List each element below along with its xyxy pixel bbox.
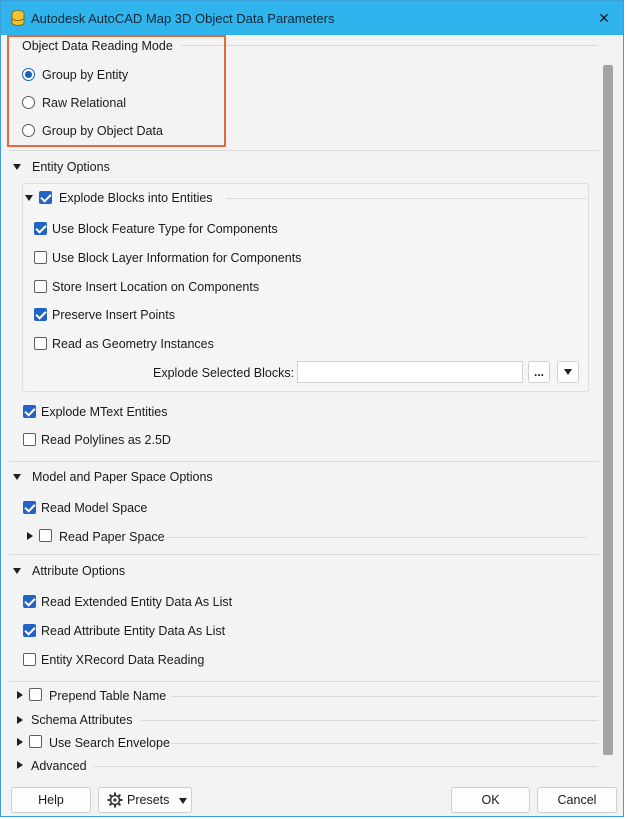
explode-selected-blocks-label: Explode Selected Blocks: xyxy=(153,366,295,380)
window-title: Autodesk AutoCAD Map 3D Object Data Para… xyxy=(31,11,335,26)
block-feature-type-label: Use Block Feature Type for Components xyxy=(52,222,278,236)
divider xyxy=(181,45,598,46)
collapse-arrow-icon[interactable] xyxy=(13,568,21,574)
explode-mtext-checkbox[interactable] xyxy=(23,405,36,418)
collapse-arrow-icon[interactable] xyxy=(13,474,21,480)
extended-entity-data-label: Read Extended Entity Data As List xyxy=(41,595,233,609)
collapse-arrow-icon[interactable] xyxy=(25,195,33,201)
divider xyxy=(171,696,598,697)
model-paper-title: Model and Paper Space Options xyxy=(32,470,213,484)
preserve-insert-points-label: Preserve Insert Points xyxy=(52,308,175,322)
dialog-window: Autodesk AutoCAD Map 3D Object Data Para… xyxy=(0,0,624,817)
divider xyxy=(9,681,599,682)
explode-mtext-label: Explode MText Entities xyxy=(41,405,168,419)
presets-label: Presets xyxy=(127,793,170,807)
divider xyxy=(9,150,599,151)
use-search-envelope-label: Use Search Envelope xyxy=(49,736,170,750)
divider xyxy=(93,766,598,767)
divider xyxy=(171,743,598,744)
expand-arrow-icon[interactable] xyxy=(17,691,23,699)
attribute-entity-data-label: Read Attribute Entity Data As List xyxy=(41,624,226,638)
expand-arrow-icon[interactable] xyxy=(17,716,23,724)
collapse-arrow-icon[interactable] xyxy=(13,164,21,170)
database-icon xyxy=(11,10,25,26)
block-layer-info-label: Use Block Layer Information for Componen… xyxy=(52,251,302,265)
expand-arrow-icon[interactable] xyxy=(17,761,23,769)
extended-entity-data-checkbox[interactable] xyxy=(23,595,36,608)
use-search-envelope-checkbox[interactable] xyxy=(29,735,42,748)
divider xyxy=(9,554,599,555)
schema-attributes-label: Schema Attributes xyxy=(31,713,133,727)
attribute-entity-data-checkbox[interactable] xyxy=(23,624,36,637)
divider xyxy=(9,461,599,462)
divider xyxy=(141,720,598,721)
explode-blocks-checkbox[interactable] xyxy=(39,191,52,204)
read-paper-space-checkbox[interactable] xyxy=(39,529,52,542)
prepend-table-name-checkbox[interactable] xyxy=(29,688,42,701)
expand-arrow-icon[interactable] xyxy=(17,738,23,746)
gear-icon xyxy=(107,792,123,808)
expand-arrow-icon[interactable] xyxy=(27,532,33,540)
chevron-down-icon xyxy=(179,798,187,804)
browse-button[interactable]: ... xyxy=(528,361,550,383)
help-button[interactable]: Help xyxy=(11,787,91,813)
dialog-content: Object Data Reading Mode Group by Entity… xyxy=(1,35,623,779)
read-paper-space-label: Read Paper Space xyxy=(59,530,165,544)
dropdown-button[interactable] xyxy=(557,361,579,383)
block-layer-info-checkbox[interactable] xyxy=(34,251,47,264)
title-bar[interactable]: Autodesk AutoCAD Map 3D Object Data Para… xyxy=(1,1,623,35)
read-model-space-checkbox[interactable] xyxy=(23,501,36,514)
block-feature-type-checkbox[interactable] xyxy=(34,222,47,235)
ok-button[interactable]: OK xyxy=(451,787,530,813)
attribute-options-title: Attribute Options xyxy=(32,564,126,578)
xrecord-data-label: Entity XRecord Data Reading xyxy=(41,653,205,667)
close-icon[interactable]: ✕ xyxy=(593,7,615,29)
store-insert-location-checkbox[interactable] xyxy=(34,280,47,293)
read-model-space-label: Read Model Space xyxy=(41,501,148,515)
geometry-instances-label: Read as Geometry Instances xyxy=(52,337,214,351)
chevron-down-icon xyxy=(564,369,572,375)
explode-selected-blocks-input[interactable] xyxy=(297,361,523,383)
advanced-label: Advanced xyxy=(31,759,87,773)
explode-blocks-label: Explode Blocks into Entities xyxy=(59,191,213,205)
preserve-insert-points-checkbox[interactable] xyxy=(34,308,47,321)
geometry-instances-checkbox[interactable] xyxy=(34,337,47,350)
store-insert-location-label: Store Insert Location on Components xyxy=(52,280,260,294)
highlight-box xyxy=(7,35,226,147)
presets-button[interactable]: Presets xyxy=(98,787,192,813)
vertical-scrollbar[interactable] xyxy=(603,65,613,755)
entity-options-title: Entity Options xyxy=(32,160,110,174)
prepend-table-name-label: Prepend Table Name xyxy=(49,689,167,703)
xrecord-data-checkbox[interactable] xyxy=(23,653,36,666)
polylines-2-5d-label: Read Polylines as 2.5D xyxy=(41,433,171,447)
polylines-2-5d-checkbox[interactable] xyxy=(23,433,36,446)
divider xyxy=(167,537,587,538)
cancel-button[interactable]: Cancel xyxy=(537,787,617,813)
divider xyxy=(226,198,586,199)
